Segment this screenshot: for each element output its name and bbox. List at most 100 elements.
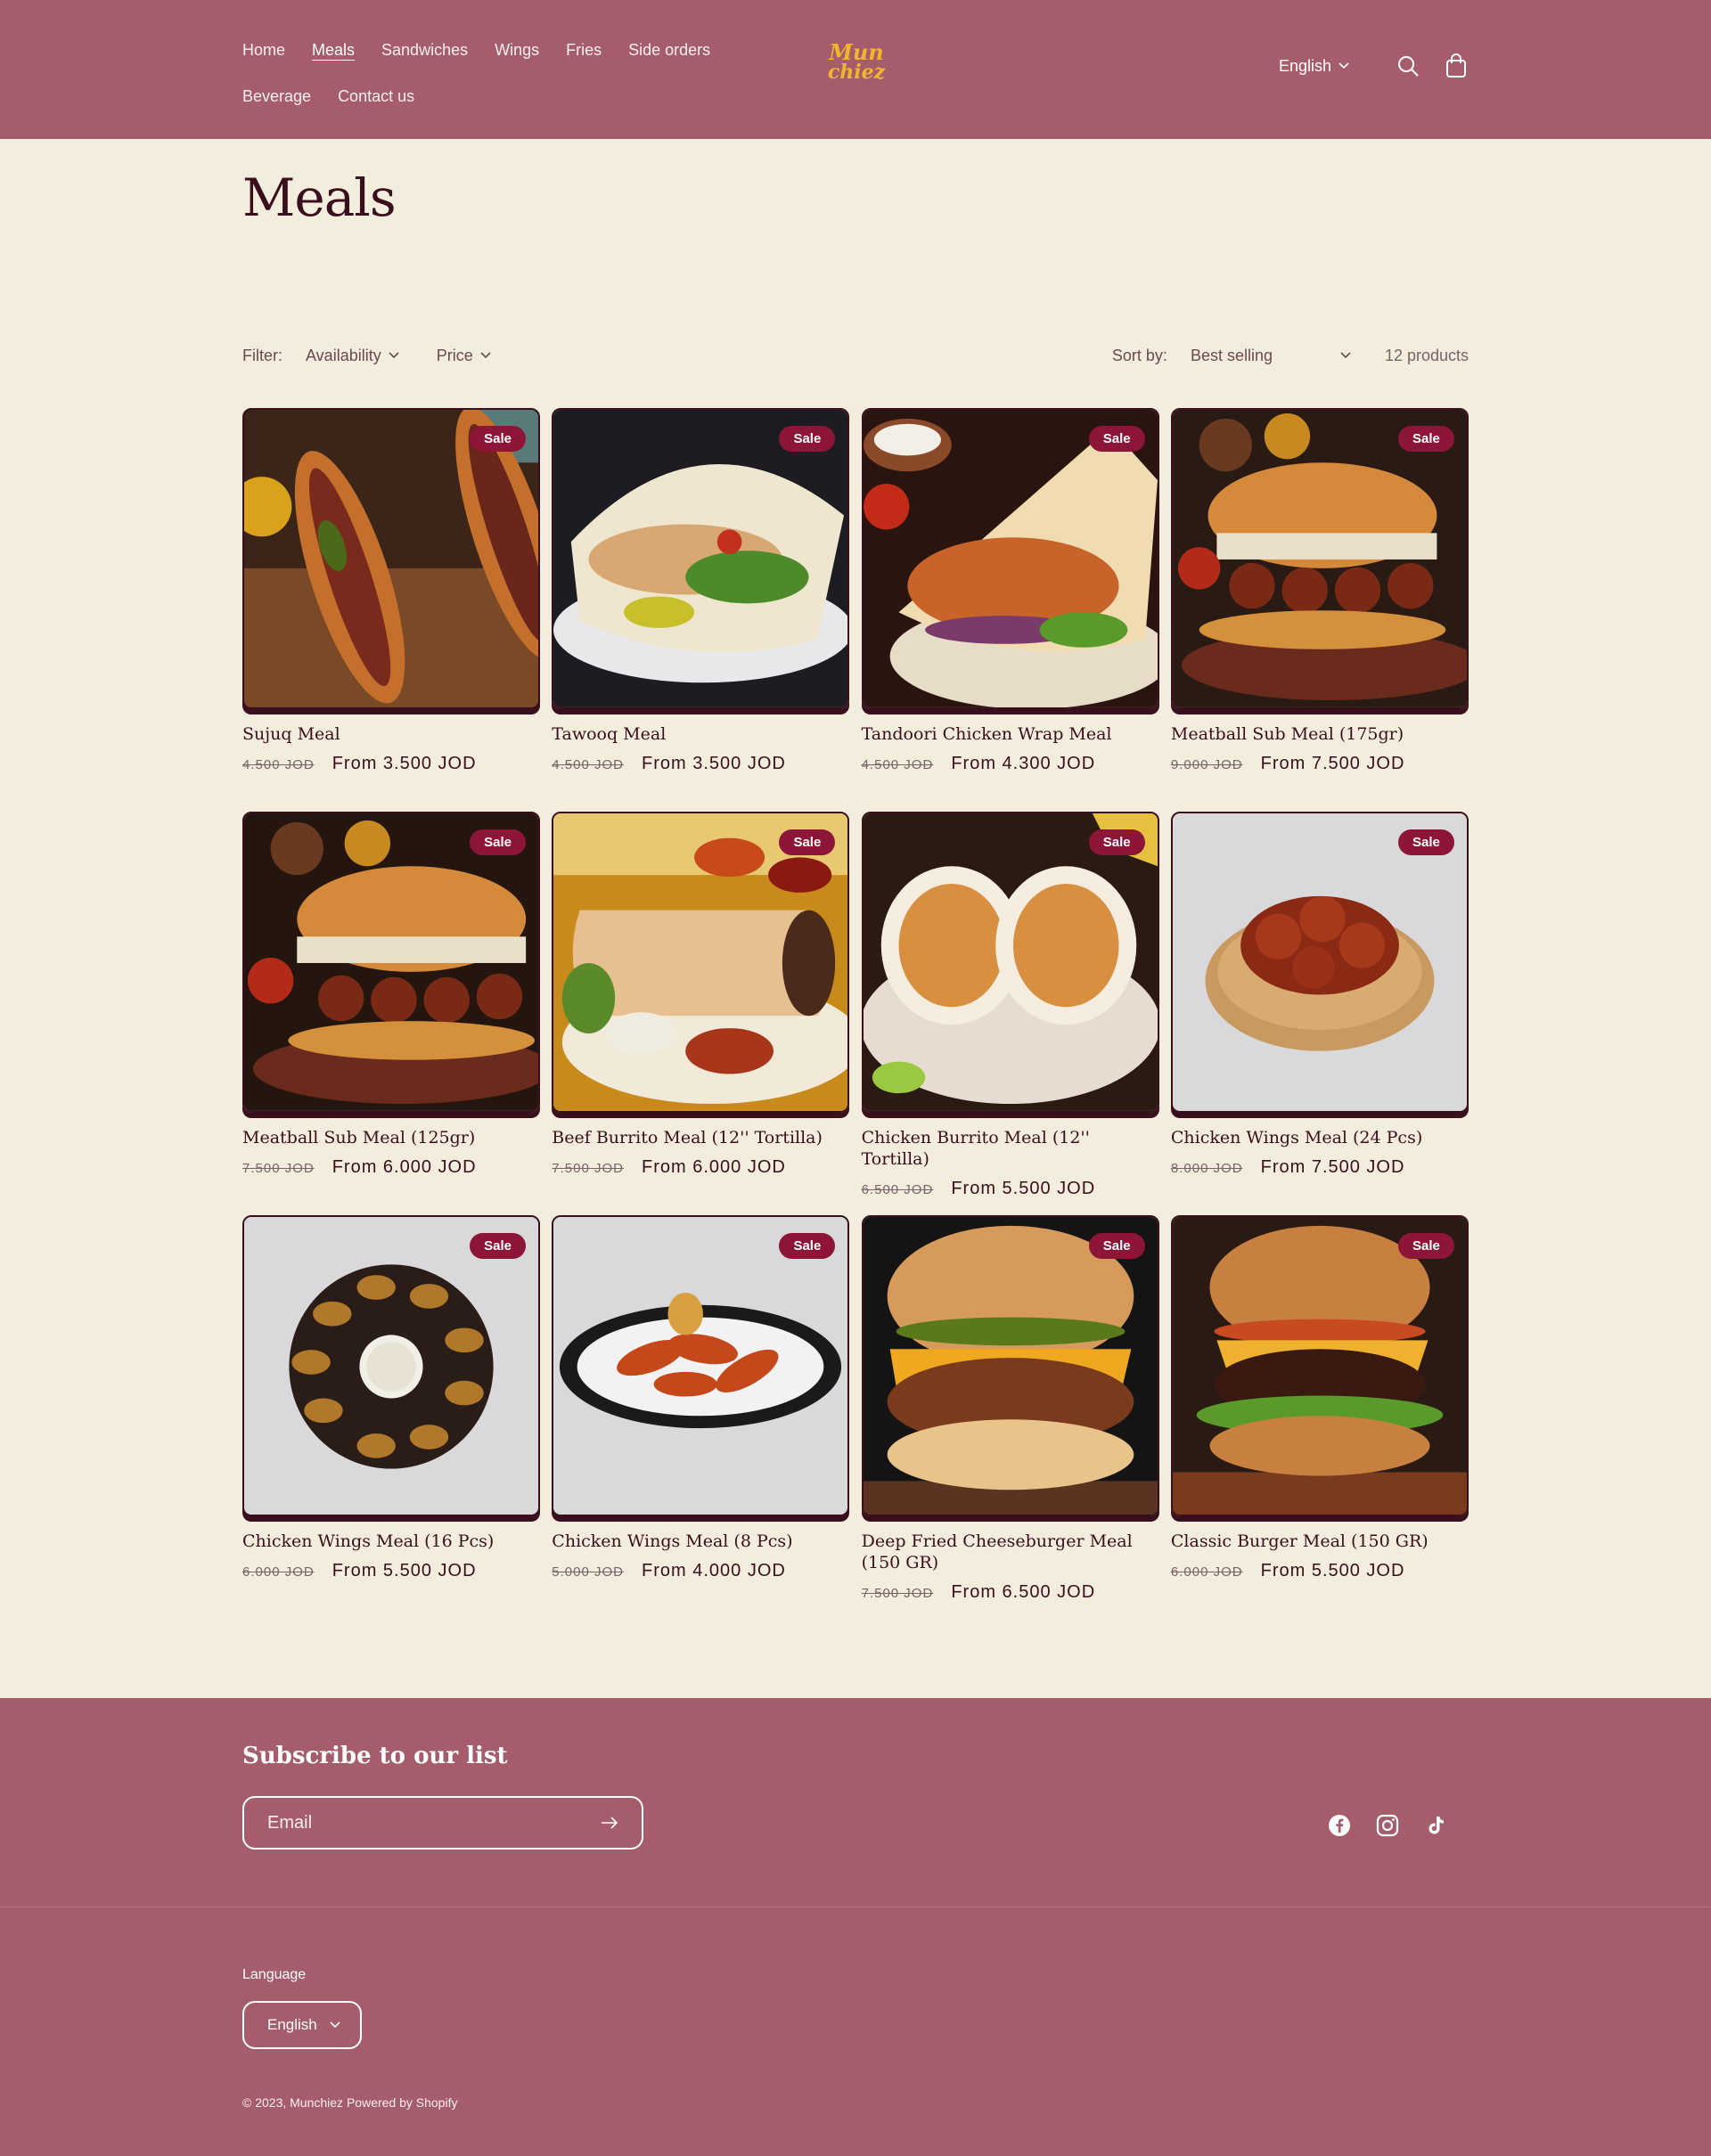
facebook-icon[interactable] [1328, 1814, 1351, 1837]
chevron-down-icon [389, 352, 399, 359]
product-title[interactable]: Meatball Sub Meal (125gr) [242, 1127, 540, 1148]
product-image[interactable]: Sale [1170, 1215, 1469, 1516]
product-image[interactable]: Sale [861, 812, 1159, 1113]
regular-price: 7.500 JOD [861, 1586, 934, 1601]
sale-badge: Sale [1398, 829, 1454, 855]
copyright-prefix: © 2023, [242, 2095, 287, 2110]
product-title[interactable]: Tawooq Meal [552, 723, 849, 745]
sale-badge: Sale [1088, 426, 1145, 452]
regular-price: 7.500 JOD [242, 1161, 315, 1176]
product-title[interactable]: Chicken Burrito Meal (12'' Tortilla) [862, 1127, 1159, 1170]
product-image[interactable]: Sale [552, 812, 850, 1113]
product-card[interactable]: Sale Beef Burrito Meal (12'' Tortilla) 7… [552, 812, 850, 1215]
cart-icon[interactable] [1444, 53, 1469, 78]
sale-badge: Sale [779, 829, 836, 855]
regular-price: 6.000 JOD [242, 1564, 315, 1580]
wings-platter-image [244, 1217, 538, 1515]
product-card[interactable]: Sale Classic Burger Meal (150 GR) 6.000 … [1170, 1215, 1469, 1619]
product-title[interactable]: Sujuq Meal [242, 723, 540, 745]
product-image[interactable]: Sale [1170, 812, 1469, 1113]
nav-sandwiches[interactable]: Sandwiches [381, 41, 468, 60]
product-image[interactable]: Sale [242, 408, 540, 709]
product-image[interactable]: Sale [242, 1215, 540, 1516]
sale-price: From 3.500 JOD [332, 754, 477, 773]
nav-wings[interactable]: Wings [495, 41, 539, 60]
filter-availability-label: Availability [306, 346, 381, 364]
product-card[interactable]: Sale Tandoori Chicken Wrap Meal 4.500 JO… [861, 408, 1159, 812]
product-image[interactable]: Sale [552, 1215, 850, 1516]
nav-contact-us[interactable]: Contact us [338, 87, 414, 106]
sale-price: From 4.000 JOD [642, 1561, 786, 1580]
site-footer: Subscribe to our list Language English ©… [0, 1698, 1711, 2156]
product-card[interactable]: Sale Chicken Burrito Meal (12'' Tortilla… [861, 812, 1159, 1215]
sort-wrap: Sort by: Best selling 12 products [1112, 347, 1469, 365]
sale-badge: Sale [779, 426, 836, 452]
nav-side-orders[interactable]: Side orders [628, 41, 710, 60]
sort-label: Sort by: [1111, 346, 1167, 364]
nav-beverage[interactable]: Beverage [242, 87, 311, 106]
product-card[interactable]: Sale Meatball Sub Meal (175gr) 9.000 JOD… [1170, 408, 1469, 812]
filter-availability[interactable]: Availability [306, 347, 399, 365]
newsletter-title: Subscribe to our list [242, 1743, 508, 1769]
nav-home[interactable]: Home [242, 41, 285, 60]
sort-select[interactable]: Best selling [1191, 347, 1351, 365]
newsletter-form [242, 1796, 643, 1850]
hotdog-image [244, 410, 538, 707]
brand-logo[interactable]: Mun chiez [820, 42, 893, 93]
product-card[interactable]: Sale Meatball Sub Meal (125gr) 7.500 JOD… [242, 812, 540, 1215]
chevron-down-icon [1339, 62, 1349, 69]
page-title: Meals [242, 167, 397, 228]
product-image[interactable]: Sale [861, 408, 1159, 709]
product-title[interactable]: Classic Burger Meal (150 GR) [1171, 1531, 1469, 1552]
search-icon[interactable] [1396, 53, 1420, 78]
chevron-down-icon [330, 2021, 340, 2029]
nav-meals[interactable]: Meals [312, 41, 355, 60]
footer-language-value: English [267, 2016, 317, 2033]
price-row: 6.000 JOD From 5.500 JOD [1171, 1561, 1469, 1581]
sort-value: Best selling [1190, 346, 1273, 364]
tawooq-image [553, 410, 848, 707]
product-title[interactable]: Deep Fried Cheeseburger Meal (150 GR) [862, 1531, 1159, 1573]
product-title[interactable]: Meatball Sub Meal (175gr) [1171, 723, 1469, 745]
price-row: 6.000 JOD From 5.500 JOD [242, 1561, 540, 1581]
product-card[interactable]: Sale Chicken Wings Meal (16 Pcs) 6.000 J… [242, 1215, 540, 1619]
product-card[interactable]: Sale Sujuq Meal 4.500 JOD From 3.500 JOD [242, 408, 540, 812]
product-image[interactable]: Sale [552, 408, 850, 709]
instagram-icon[interactable] [1376, 1814, 1399, 1837]
powered-by-link[interactable]: Powered by Shopify [347, 2095, 458, 2110]
product-title[interactable]: Chicken Wings Meal (8 Pcs) [552, 1531, 849, 1552]
regular-price: 5.000 JOD [552, 1564, 625, 1580]
sale-badge: Sale [470, 426, 526, 452]
price-row: 6.500 JOD From 5.500 JOD [862, 1179, 1159, 1199]
product-title[interactable]: Chicken Wings Meal (16 Pcs) [242, 1531, 540, 1552]
product-image[interactable]: Sale [861, 1215, 1159, 1516]
product-card[interactable]: Sale Chicken Wings Meal (8 Pcs) 5.000 JO… [552, 1215, 850, 1619]
product-image[interactable]: Sale [1170, 408, 1469, 709]
product-card[interactable]: Sale Tawooq Meal 4.500 JOD From 3.500 JO… [552, 408, 850, 812]
product-image[interactable]: Sale [242, 812, 540, 1113]
footer-language-selector[interactable]: English [242, 2001, 362, 2049]
price-row: 4.500 JOD From 4.300 JOD [862, 754, 1159, 774]
tiktok-icon[interactable] [1424, 1814, 1447, 1837]
language-selector[interactable]: English [1279, 57, 1349, 76]
main-nav: Home Meals Sandwiches Wings Fries Side o… [242, 27, 777, 119]
burrito-image [553, 813, 848, 1111]
brand-link[interactable]: Munchiez [290, 2095, 343, 2110]
regular-price: 4.500 JOD [861, 757, 934, 772]
filter-label: Filter: [242, 346, 282, 364]
product-card[interactable]: Sale Chicken Wings Meal (24 Pcs) 8.000 J… [1170, 812, 1469, 1215]
product-card[interactable]: Sale Deep Fried Cheeseburger Meal (150 G… [861, 1215, 1159, 1619]
arrow-right-icon[interactable] [601, 1817, 618, 1829]
product-title[interactable]: Beef Burrito Meal (12'' Tortilla) [552, 1127, 849, 1148]
meatball-sub-image [244, 813, 538, 1111]
filter-price[interactable]: Price [437, 347, 491, 365]
language-label: Language [242, 1967, 307, 1982]
product-title[interactable]: Chicken Wings Meal (24 Pcs) [1171, 1127, 1469, 1148]
nav-fries[interactable]: Fries [566, 41, 602, 60]
product-title[interactable]: Tandoori Chicken Wrap Meal [862, 723, 1159, 745]
email-field[interactable] [267, 1812, 601, 1833]
product-grid: Sale Sujuq Meal 4.500 JOD From 3.500 JOD… [242, 408, 1469, 1619]
price-row: 7.500 JOD From 6.000 JOD [242, 1157, 540, 1178]
price-row: 4.500 JOD From 3.500 JOD [242, 754, 540, 774]
price-row: 8.000 JOD From 7.500 JOD [1171, 1157, 1469, 1178]
